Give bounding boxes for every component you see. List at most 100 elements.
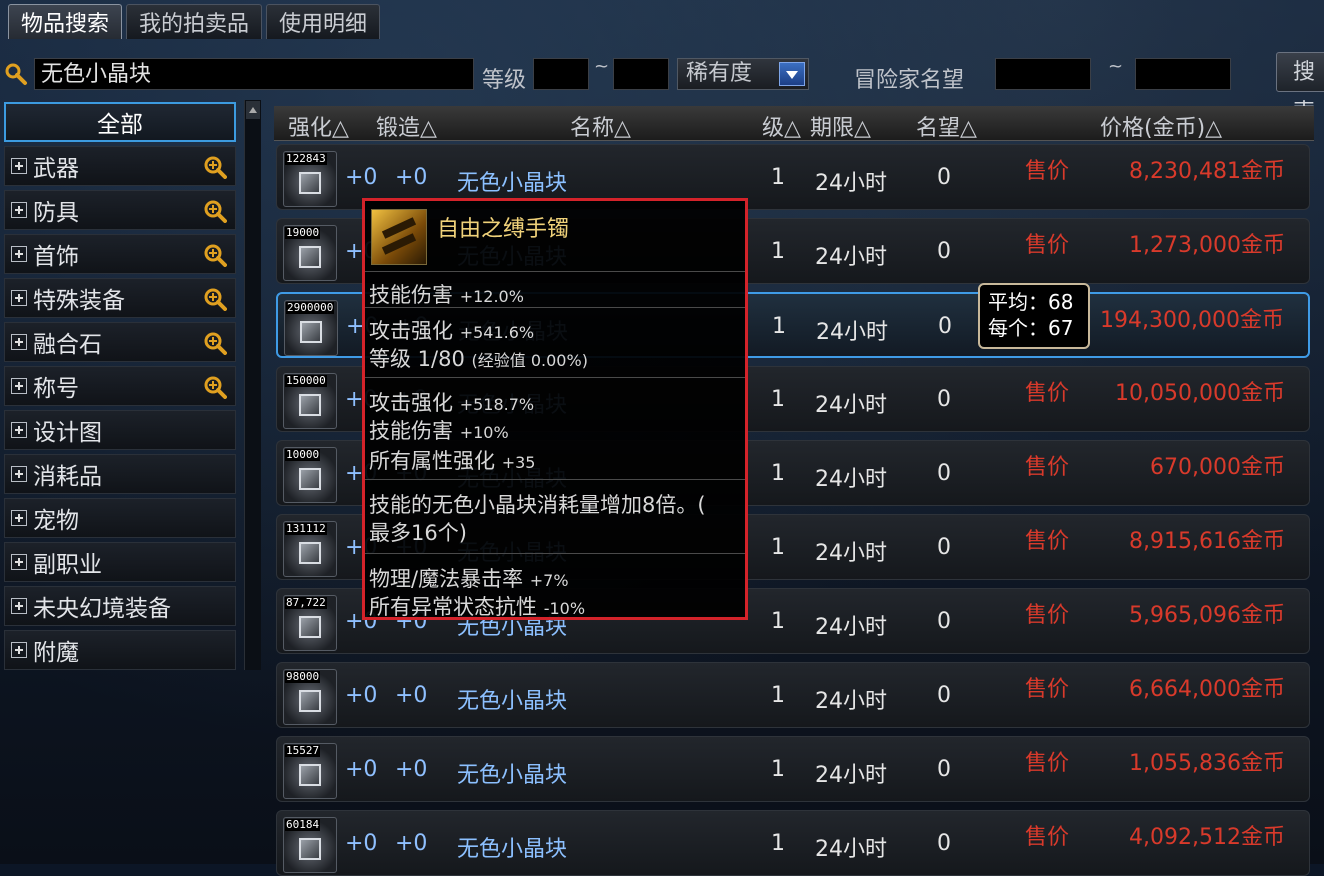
stat-name: 所有属性强化 xyxy=(369,449,495,473)
header-period[interactable]: 期限△ xyxy=(810,110,871,142)
tooltip-stat-line: 技能伤害 +10% xyxy=(369,415,509,445)
item-price: 5,965,096金币 xyxy=(1129,603,1285,628)
header-level[interactable]: 级△ xyxy=(762,110,801,142)
expand-plus-icon[interactable] xyxy=(11,598,27,614)
expand-plus-icon[interactable] xyxy=(11,378,27,394)
item-price: 4,092,512金币 xyxy=(1129,825,1285,850)
sidebar-category-label: 附魔 xyxy=(33,640,79,666)
item-price: 8,915,616金币 xyxy=(1129,529,1285,554)
item-level: 1 xyxy=(771,387,785,412)
item-count: 15527 xyxy=(285,744,321,757)
item-count: 87,722 xyxy=(285,596,327,609)
item-price: 6,664,000金币 xyxy=(1129,677,1285,702)
stat-value: +35 xyxy=(501,453,536,472)
zoom-in-icon[interactable] xyxy=(203,375,227,399)
level-min-field[interactable] xyxy=(533,58,589,90)
zoom-in-icon[interactable] xyxy=(203,155,227,179)
crystal-icon xyxy=(299,616,321,638)
sidebar-category-label: 特殊装备 xyxy=(33,288,125,314)
fame-min-field[interactable] xyxy=(995,58,1091,90)
zoom-in-icon[interactable] xyxy=(203,243,227,267)
item-icon: 131112 xyxy=(283,521,337,577)
search-bar: 无色小晶块 等级 ~ 稀有度 冒险家名望 ~ 搜索 xyxy=(0,50,1324,125)
stat-value: (经验值 0.00%) xyxy=(471,351,588,370)
tooltip-stat-line: 所有属性强化 +35 xyxy=(369,445,535,475)
sidebar-category-item[interactable]: 未央幻境装备 xyxy=(4,586,236,626)
expand-plus-icon[interactable] xyxy=(11,202,27,218)
item-period: 24小时 xyxy=(815,467,887,492)
tab-my-auctions[interactable]: 我的拍卖品 xyxy=(126,4,263,39)
crystal-icon xyxy=(299,542,321,564)
expand-plus-icon[interactable] xyxy=(11,334,27,350)
fame-max-field[interactable] xyxy=(1135,58,1231,90)
item-name: 无色小晶块 xyxy=(457,171,568,196)
sale-label: 售价 xyxy=(1025,529,1070,554)
expand-plus-icon[interactable] xyxy=(11,554,27,570)
expand-plus-icon[interactable] xyxy=(11,158,27,174)
sidebar-category-item[interactable]: 融合石 xyxy=(4,322,236,362)
item-price: 1,273,000金币 xyxy=(1129,233,1285,258)
sidebar-category-item[interactable]: 副职业 xyxy=(4,542,236,582)
stat-name: 技能伤害 xyxy=(369,419,453,443)
sidebar-category-item[interactable]: 宠物 xyxy=(4,498,236,538)
expand-plus-icon[interactable] xyxy=(11,246,27,262)
header-name[interactable]: 名称△ xyxy=(570,110,631,142)
chevron-down-icon[interactable] xyxy=(779,62,805,86)
tab-bar: 物品搜索 我的拍卖品 使用明细 xyxy=(8,4,381,42)
item-count: 98000 xyxy=(285,670,321,683)
sidebar-category-item[interactable]: 特殊装备 xyxy=(4,278,236,318)
sidebar-category-item[interactable]: 防具 xyxy=(4,190,236,230)
search-input[interactable]: 无色小晶块 xyxy=(34,58,474,90)
item-icon: 15527 xyxy=(283,743,337,799)
expand-plus-icon[interactable] xyxy=(11,422,27,438)
expand-plus-icon[interactable] xyxy=(11,290,27,306)
item-fame: 0 xyxy=(937,831,951,856)
sidebar-category-label: 副职业 xyxy=(33,552,102,578)
sidebar-category-item[interactable]: 称号 xyxy=(4,366,236,406)
sidebar-category-item[interactable]: 首饰 xyxy=(4,234,236,274)
item-fame: 0 xyxy=(937,387,951,412)
table-row[interactable]: 98000 +0 +0 无色小晶块 1 24小时 0 售价 6,664,000金币 xyxy=(276,662,1310,728)
header-fame[interactable]: 名望△ xyxy=(916,110,977,142)
rarity-select[interactable]: 稀有度 xyxy=(677,58,809,90)
tooltip-divider xyxy=(365,377,745,378)
zoom-in-icon[interactable] xyxy=(203,287,227,311)
expand-plus-icon[interactable] xyxy=(11,510,27,526)
item-period: 24小时 xyxy=(815,763,887,788)
category-all[interactable]: 全部 xyxy=(4,102,236,142)
item-count: 131112 xyxy=(285,522,327,535)
header-forge[interactable]: 锻造△ xyxy=(376,110,437,142)
header-price[interactable]: 价格(金币)△ xyxy=(1100,110,1222,142)
enhance-value: +0 xyxy=(345,757,378,782)
table-row[interactable]: 15527 +0 +0 无色小晶块 1 24小时 0 售价 1,055,836金币 xyxy=(276,736,1310,802)
sidebar-category-item[interactable]: 设计图 xyxy=(4,410,236,450)
scroll-up-icon[interactable] xyxy=(246,101,260,119)
tooltip-stat-line: 技能伤害 +12.0% xyxy=(369,279,524,309)
table-row[interactable]: 60184 +0 +0 无色小晶块 1 24小时 0 售价 4,092,512金币 xyxy=(276,810,1310,876)
sidebar-category-item[interactable]: 附魔 xyxy=(4,630,236,670)
sidebar-category-item[interactable]: 武器 xyxy=(4,146,236,186)
stat-name: 攻击强化 xyxy=(369,319,453,343)
stat-value: +518.7% xyxy=(459,395,535,414)
sale-label: 售价 xyxy=(1025,603,1070,628)
zoom-in-icon[interactable] xyxy=(203,331,227,355)
tab-item-search[interactable]: 物品搜索 xyxy=(8,4,123,39)
zoom-in-icon[interactable] xyxy=(203,199,227,223)
item-fame: 0 xyxy=(937,165,951,190)
item-period: 24小时 xyxy=(815,393,887,418)
bracelet-icon xyxy=(371,209,427,265)
header-enhance[interactable]: 强化△ xyxy=(288,110,349,142)
stat-value: +541.6% xyxy=(459,323,535,342)
tooltip-stat-line: 技能的无色小晶块消耗量增加8倍。( xyxy=(369,489,706,519)
item-level: 1 xyxy=(771,165,785,190)
tab-usage-details[interactable]: 使用明细 xyxy=(266,4,381,39)
crystal-icon xyxy=(299,246,321,268)
search-button[interactable]: 搜索 xyxy=(1276,52,1324,125)
expand-plus-icon[interactable] xyxy=(11,466,27,482)
level-max-field[interactable] xyxy=(613,58,669,90)
sidebar-category-item[interactable]: 消耗品 xyxy=(4,454,236,494)
expand-plus-icon[interactable] xyxy=(11,642,27,658)
item-count: 60184 xyxy=(285,818,321,831)
tooltip-stat-line: 等级 1/80 (经验值 0.00%) xyxy=(369,343,588,373)
sidebar-scrollbar[interactable] xyxy=(244,100,261,670)
